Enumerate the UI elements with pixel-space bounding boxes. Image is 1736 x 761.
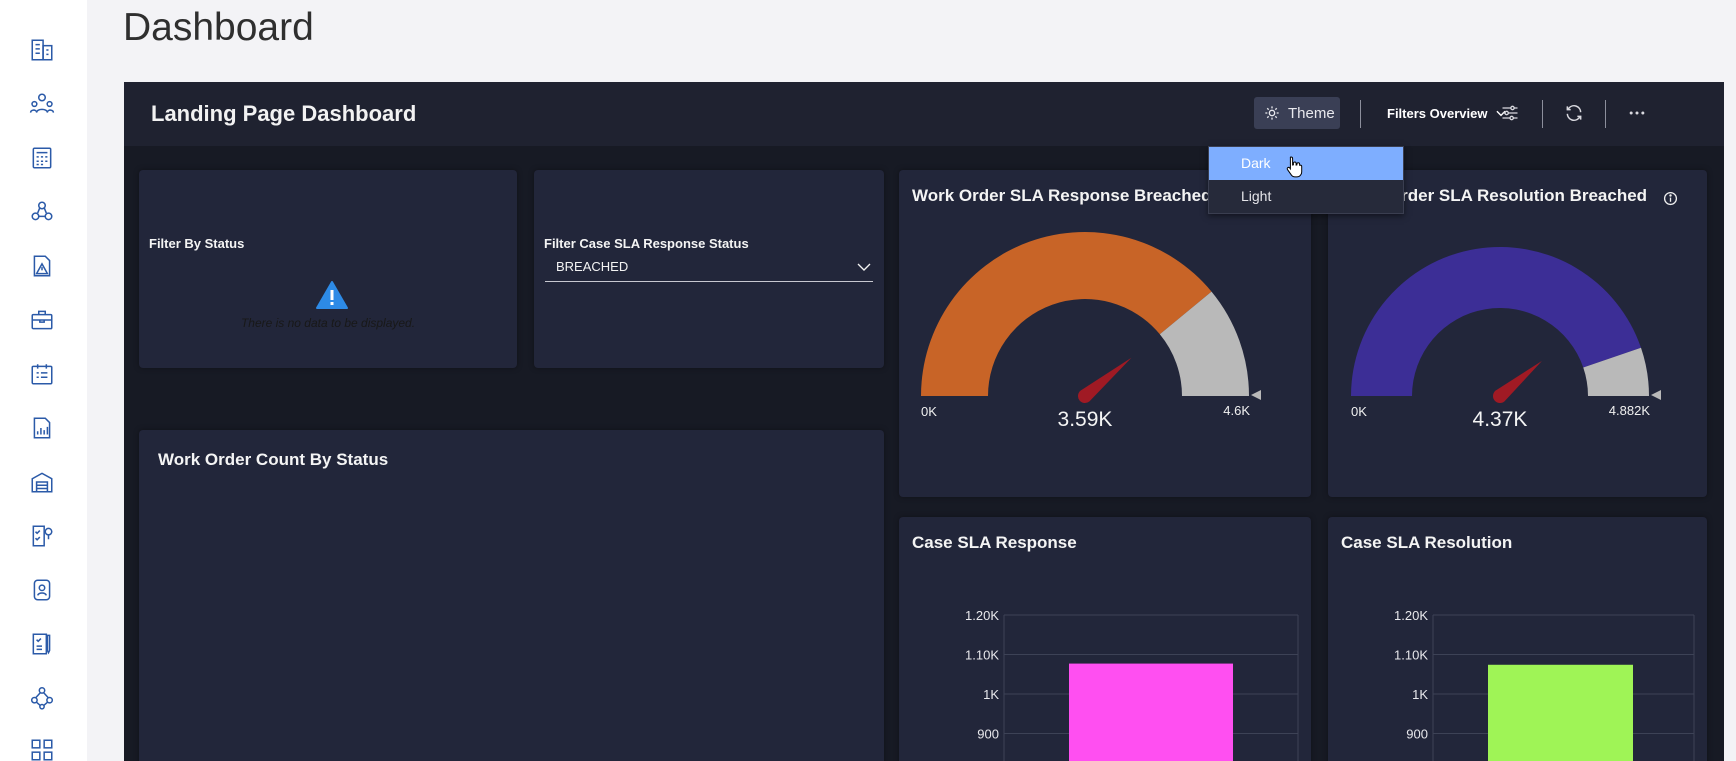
gauge-max-marker (1651, 390, 1661, 400)
gauge-resolution: 0K 4.882K 4.37K (1351, 246, 1661, 431)
gauge-response: 0K 4.6K 3.59K (921, 232, 1261, 431)
theme-dropdown: Dark Light (1208, 146, 1404, 214)
bar (1488, 664, 1633, 761)
bar (1069, 663, 1233, 761)
gauge-max-label: 4.6K (1223, 403, 1250, 418)
y-tick-label: 1.10K (1394, 648, 1428, 663)
theme-button-label: Theme (1288, 104, 1335, 122)
gauge-max-marker (1251, 390, 1261, 400)
filter-by-status-card: Filter By Status There is no data to be … (139, 170, 517, 368)
dashboard-panel: Landing Page Dashboard Theme Filters Ove… (124, 82, 1724, 761)
theme-option-dark[interactable]: Dark (1209, 147, 1403, 180)
case-sla-resolution-chart: 1.20K1.10K1K900800 (1394, 608, 1695, 761)
filter-case-sla-label: Filter Case SLA Response Status (544, 236, 749, 251)
divider (1360, 100, 1361, 128)
filters-overview-button[interactable]: Filters Overview (1387, 97, 1508, 129)
clipboard-pen-icon[interactable] (26, 628, 58, 660)
work-order-count-card: Work Order Count By Status (139, 430, 884, 761)
gauge-min-label: 0K (921, 404, 937, 419)
theme-option-light[interactable]: Light (1209, 180, 1403, 213)
y-tick-label: 1.10K (965, 648, 999, 663)
apps-grid-icon[interactable] (26, 734, 58, 761)
toolbox-icon[interactable] (26, 304, 58, 336)
checklist-location-icon[interactable] (26, 520, 58, 552)
calendar-list-icon[interactable] (26, 358, 58, 390)
chevron-down-icon (857, 263, 871, 271)
sidebar (0, 0, 87, 761)
calculator-icon[interactable] (26, 142, 58, 174)
gauge-needle (1493, 361, 1542, 403)
gauge-max-label: 4.882K (1609, 403, 1651, 418)
y-tick-label: 1K (983, 687, 999, 702)
y-tick-label: 1.20K (1394, 608, 1428, 623)
gauge-card-resolution: Work Order SLA Resolution Breached 0K 4.8… (1328, 170, 1707, 497)
contact-card-icon[interactable] (26, 574, 58, 606)
case-sla-status-value: BREACHED (556, 259, 629, 274)
divider (1605, 100, 1606, 128)
case-sla-response-card: Case SLA Response 1.20K1.10K1K900800 (899, 517, 1311, 761)
users-group-icon[interactable] (26, 88, 58, 120)
gauge-value-label: 3.59K (1058, 408, 1113, 431)
report-chart-icon[interactable] (26, 412, 58, 444)
dashboard-title: Landing Page Dashboard (151, 101, 417, 126)
more-options-icon[interactable] (1623, 99, 1651, 127)
work-order-count-title: Work Order Count By Status (158, 450, 389, 469)
theme-button[interactable]: Theme (1254, 97, 1340, 129)
gauge-value-band (921, 232, 1212, 396)
building-icon[interactable] (26, 34, 58, 66)
gauge-value-label: 4.37K (1473, 408, 1528, 431)
y-tick-label: 900 (977, 727, 999, 742)
network-icon[interactable] (26, 682, 58, 714)
case-sla-status-select[interactable]: BREACHED (545, 252, 873, 282)
y-tick-label: 900 (1406, 727, 1428, 742)
no-data-message: There is no data to be displayed. (240, 316, 416, 330)
hand-cursor-icon (1286, 156, 1303, 178)
page-title: Dashboard (123, 6, 314, 49)
alert-document-icon[interactable] (26, 250, 58, 282)
y-tick-label: 1.20K (965, 608, 999, 623)
gauge-card-response: Work Order SLA Response Breached 0K 4.6K 3… (899, 170, 1311, 497)
warning-icon (316, 281, 348, 309)
case-sla-resolution-card: Case SLA Resolution 1.20K1.10K1K900800 (1328, 517, 1707, 761)
refresh-icon[interactable] (1560, 99, 1588, 127)
divider (1542, 100, 1543, 128)
filter-case-sla-card: Filter Case SLA Response Status BREACHED (534, 170, 884, 368)
filters-overview-label: Filters Overview (1387, 105, 1488, 121)
case-sla-response-chart: 1.20K1.10K1K900800 (965, 608, 1299, 761)
gauge-min-label: 0K (1351, 404, 1367, 419)
filter-settings-icon[interactable] (1496, 99, 1524, 127)
y-tick-label: 1K (1412, 687, 1428, 702)
filter-by-status-label: Filter By Status (149, 236, 245, 251)
gauge-needle (1078, 357, 1132, 403)
dashboard-header: Landing Page Dashboard Theme Filters Ove… (124, 82, 1724, 146)
hierarchy-icon[interactable] (26, 196, 58, 228)
warehouse-icon[interactable] (26, 466, 58, 498)
sun-icon (1265, 106, 1279, 120)
